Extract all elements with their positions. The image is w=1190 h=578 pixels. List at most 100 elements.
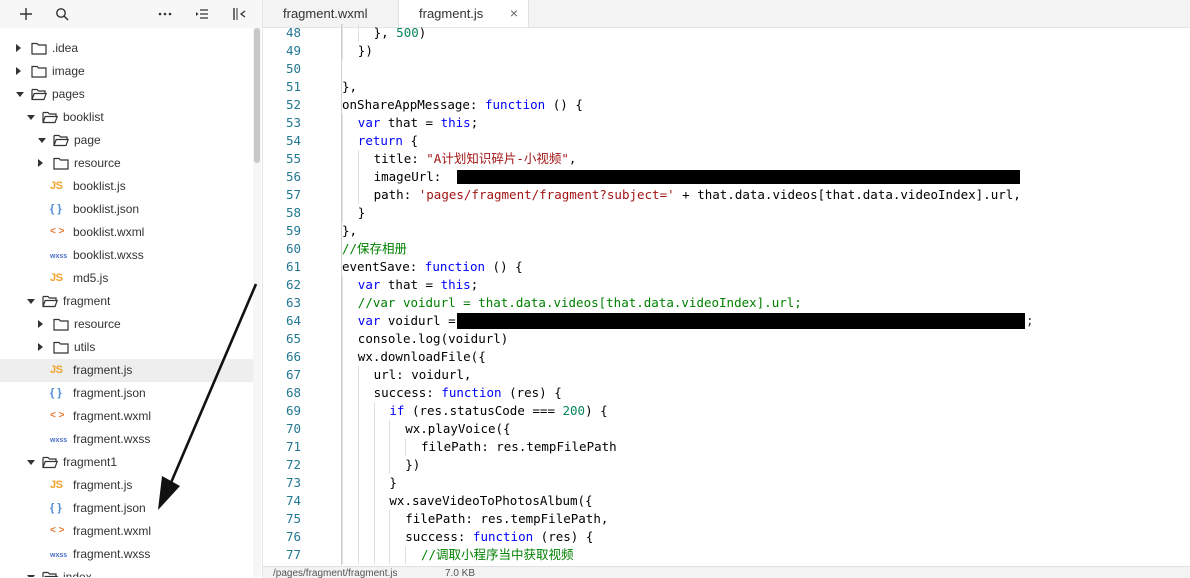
chevron-down-icon[interactable] <box>38 138 46 143</box>
tree-folder[interactable]: utils <box>0 336 253 359</box>
line-number: 58 <box>285 205 301 220</box>
close-icon[interactable]: × <box>510 0 518 27</box>
redaction-box <box>457 170 1020 184</box>
indent-guide <box>342 402 343 420</box>
tree-file[interactable]: < > fragment.wxml <box>0 520 253 543</box>
code-text: }, 500) <box>373 25 427 40</box>
indent-guide <box>357 456 359 474</box>
tree-file[interactable]: wxss booklist.wxss <box>0 244 253 267</box>
tree-file[interactable]: JS booklist.js <box>0 175 253 198</box>
tree-item-label: resource <box>74 317 121 331</box>
tree-file[interactable]: JS fragment.js <box>0 474 253 497</box>
line-number: 76 <box>285 529 301 544</box>
explorer-toolbar <box>0 0 262 28</box>
code-text: return { <box>357 133 419 148</box>
chevron-right-icon[interactable] <box>38 159 43 167</box>
wxml-file-icon: < > <box>50 410 65 421</box>
outdent-icon[interactable] <box>192 4 212 24</box>
chevron-down-icon[interactable] <box>16 92 24 97</box>
code-line: 75 filePath: res.tempFilePath, <box>263 510 1190 528</box>
tree-folder[interactable]: .idea <box>0 37 253 60</box>
tree-file[interactable]: { } fragment.json <box>0 497 253 520</box>
collapse-icon[interactable] <box>229 4 249 24</box>
tree-file[interactable]: { } booklist.json <box>0 198 253 221</box>
tab-fragment-wxml[interactable]: fragment.wxml <box>263 0 399 27</box>
code-text: wx.saveVideoToPhotosAlbum({ <box>389 493 593 508</box>
indent-guide <box>405 438 407 456</box>
tree-folder[interactable]: image <box>0 60 253 83</box>
json-file-icon: { } <box>50 203 62 215</box>
line-number: 52 <box>285 97 301 112</box>
tree-file[interactable]: < > booklist.wxml <box>0 221 253 244</box>
code-text: imageUrl: <box>373 169 442 184</box>
folder-icon <box>53 318 69 331</box>
indent-guide <box>405 546 407 564</box>
code-line: 52 onShareAppMessage: function () { <box>263 96 1190 114</box>
chevron-right-icon[interactable] <box>16 67 21 75</box>
indent-guide <box>342 24 343 42</box>
tree-file[interactable]: JS fragment.js <box>0 359 253 382</box>
tree-item-label: fragment.json <box>73 501 146 515</box>
file-explorer: .idea image pages booklist page resource JS boo… <box>0 0 263 577</box>
tree-folder[interactable]: pages <box>0 83 253 106</box>
indent-guide <box>373 456 375 474</box>
indent-guide <box>373 510 375 528</box>
code-line: 55 title: "A计划知识碎片-小视频", <box>263 150 1190 168</box>
tree-item-label: fragment1 <box>63 455 118 469</box>
code-line: 57 path: 'pages/fragment/fragment?subject… <box>263 186 1190 204</box>
code-line: 63 //var voidurl = that.data.videos[that.… <box>263 294 1190 312</box>
tree-item-label: fragment.wxss <box>73 432 151 446</box>
indent-guide <box>342 384 343 402</box>
indent-guide <box>342 420 343 438</box>
more-icon[interactable] <box>155 4 175 24</box>
indent-guide <box>373 402 375 420</box>
code-text: if (res.statusCode === 200) { <box>389 403 608 418</box>
status-bar: /pages/fragment/fragment.js 7.0 KB <box>263 566 1190 578</box>
explorer-scrollbar-thumb[interactable] <box>254 28 260 163</box>
tree-folder[interactable]: resource <box>0 313 253 336</box>
tree-item-label: .idea <box>52 41 79 55</box>
code-line: 49}) <box>263 42 1190 60</box>
tree-folder[interactable]: index <box>0 566 253 577</box>
line-number: 48 <box>285 25 301 40</box>
line-number: 60 <box>285 241 301 256</box>
wxss-file-icon: wxss <box>50 552 68 559</box>
indent-guide <box>342 42 343 60</box>
tree-item-label: fragment.wxml <box>73 409 152 423</box>
tree-folder[interactable]: resource <box>0 152 253 175</box>
tree-item-label: booklist.json <box>73 202 140 216</box>
indent-guide <box>357 150 359 168</box>
tree-folder[interactable]: booklist <box>0 106 253 129</box>
code-area[interactable]: 48}, 500) 49}) 50 51}, 52 onShareAppMessage: … <box>263 24 1190 565</box>
tree-folder[interactable]: fragment <box>0 290 253 313</box>
tree-folder[interactable]: fragment1 <box>0 451 253 474</box>
code-line: 58} <box>263 204 1190 222</box>
tree-item-label: booklist.wxml <box>73 225 145 239</box>
explorer-scrollbar[interactable] <box>253 28 261 577</box>
line-number: 72 <box>285 457 301 472</box>
chevron-down-icon[interactable] <box>27 460 35 465</box>
code-text: var voidurl = <box>357 313 456 328</box>
chevron-right-icon[interactable] <box>16 44 21 52</box>
chevron-down-icon[interactable] <box>27 115 35 120</box>
tree-folder[interactable]: page <box>0 129 253 152</box>
code-text: }, <box>342 223 358 238</box>
tree-file[interactable]: { } fragment.json <box>0 382 253 405</box>
indent-guide <box>357 402 359 420</box>
tree-file[interactable]: < > fragment.wxml <box>0 405 253 428</box>
plus-icon[interactable] <box>16 4 36 24</box>
tree-file[interactable]: wxss fragment.wxss <box>0 543 253 566</box>
indent-guide <box>357 474 359 492</box>
chevron-right-icon[interactable] <box>38 343 43 351</box>
tree-item-label: booklist.js <box>73 179 126 193</box>
chevron-down-icon[interactable] <box>27 299 35 304</box>
line-number: 66 <box>285 349 301 364</box>
indent-guide <box>342 366 343 384</box>
tree-file[interactable]: JS md5.js <box>0 267 253 290</box>
code-line: 65 console.log(voidurl) <box>263 330 1190 348</box>
tab-fragment-js[interactable]: fragment.js × <box>399 0 529 27</box>
search-icon[interactable] <box>52 4 72 24</box>
line-number: 63 <box>285 295 301 310</box>
tree-file[interactable]: wxss fragment.wxss <box>0 428 253 451</box>
chevron-right-icon[interactable] <box>38 320 43 328</box>
